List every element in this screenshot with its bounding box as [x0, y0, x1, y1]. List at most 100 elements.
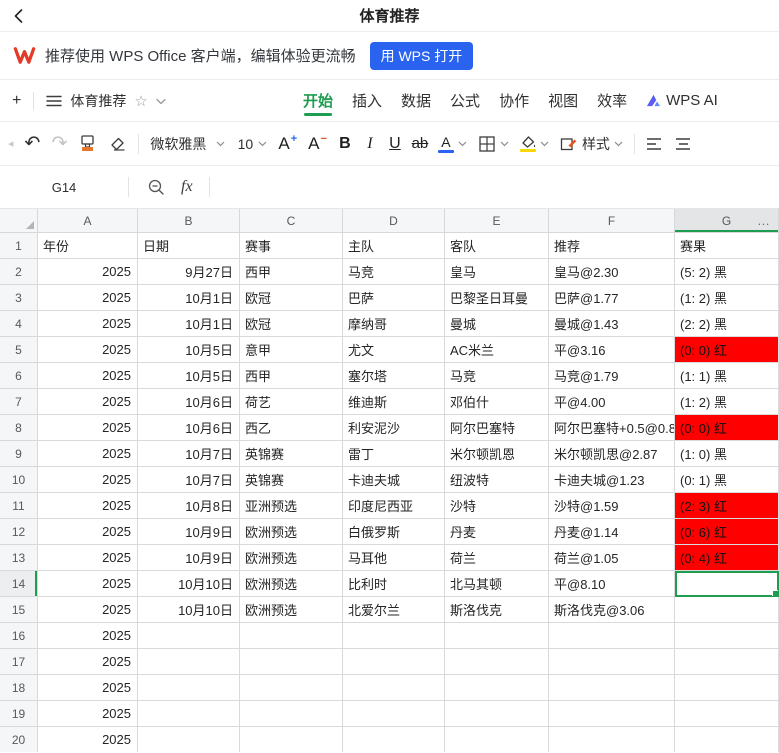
cell-A17[interactable]: 2025: [38, 649, 138, 675]
cell-D7[interactable]: 维迪斯: [343, 389, 445, 415]
cell-E11[interactable]: 沙特: [445, 493, 549, 519]
cell-F6[interactable]: 马竞@1.79: [549, 363, 675, 389]
new-sheet-icon[interactable]: +: [12, 93, 21, 109]
cell-D13[interactable]: 马耳他: [343, 545, 445, 571]
cell-E7[interactable]: 邓伯什: [445, 389, 549, 415]
cell-B10[interactable]: 10月7日: [138, 467, 240, 493]
cell-F2[interactable]: 皇马@2.30: [549, 259, 675, 285]
cell-E12[interactable]: 丹麦: [445, 519, 549, 545]
cell-D3[interactable]: 巴萨: [343, 285, 445, 311]
cell-D6[interactable]: 塞尔塔: [343, 363, 445, 389]
cell-E4[interactable]: 曼城: [445, 311, 549, 337]
cell-B8[interactable]: 10月6日: [138, 415, 240, 441]
undo-icon[interactable]: ↶: [25, 132, 41, 155]
cell-E16[interactable]: [445, 623, 549, 649]
cell-F10[interactable]: 卡迪夫城@1.23: [549, 467, 675, 493]
row-header-12[interactable]: 12: [0, 519, 38, 545]
tab-wps-ai[interactable]: WPS AI: [646, 80, 718, 121]
cell-C13[interactable]: 欧洲预选: [240, 545, 343, 571]
cell-B7[interactable]: 10月6日: [138, 389, 240, 415]
row-header-16[interactable]: 16: [0, 623, 38, 649]
tab-formula[interactable]: 公式: [450, 80, 480, 121]
cell-A2[interactable]: 2025: [38, 259, 138, 285]
cell-B14[interactable]: 10月10日: [138, 571, 240, 597]
cell-E6[interactable]: 马竞: [445, 363, 549, 389]
cell-C10[interactable]: 英锦赛: [240, 467, 343, 493]
row-header-11[interactable]: 11: [0, 493, 38, 519]
row-header-15[interactable]: 15: [0, 597, 38, 623]
column-header-A[interactable]: A: [38, 209, 138, 233]
row-header-7[interactable]: 7: [0, 389, 38, 415]
cell-G15[interactable]: [675, 597, 779, 623]
cell-D16[interactable]: [343, 623, 445, 649]
cell-B1[interactable]: 日期: [138, 233, 240, 259]
cell-C14[interactable]: 欧洲预选: [240, 571, 343, 597]
cell-C8[interactable]: 西乙: [240, 415, 343, 441]
cell-F5[interactable]: 平@3.16: [549, 337, 675, 363]
cell-F11[interactable]: 沙特@1.59: [549, 493, 675, 519]
cell-D15[interactable]: 北爱尔兰: [343, 597, 445, 623]
cell-E19[interactable]: [445, 701, 549, 727]
cell-A19[interactable]: 2025: [38, 701, 138, 727]
cell-G4[interactable]: (2: 2) 黑: [675, 311, 779, 337]
cell-E15[interactable]: 斯洛伐克: [445, 597, 549, 623]
cell-F17[interactable]: [549, 649, 675, 675]
cell-D12[interactable]: 白俄罗斯: [343, 519, 445, 545]
tab-collaborate[interactable]: 协作: [499, 80, 529, 121]
cell-B15[interactable]: 10月10日: [138, 597, 240, 623]
cell-B13[interactable]: 10月9日: [138, 545, 240, 571]
row-header-19[interactable]: 19: [0, 701, 38, 727]
cell-B19[interactable]: [138, 701, 240, 727]
zoom-search-icon[interactable]: [147, 178, 165, 196]
cell-G10[interactable]: (0: 1) 黑: [675, 467, 779, 493]
row-header-8[interactable]: 8: [0, 415, 38, 441]
tab-data[interactable]: 数据: [401, 80, 431, 121]
cell-G8[interactable]: (0: 0) 红: [675, 415, 779, 441]
cell-E2[interactable]: 皇马: [445, 259, 549, 285]
tab-insert[interactable]: 插入: [352, 80, 382, 121]
cell-C9[interactable]: 英锦赛: [240, 441, 343, 467]
cell-A16[interactable]: 2025: [38, 623, 138, 649]
cell-B16[interactable]: [138, 623, 240, 649]
cell-E8[interactable]: 阿尔巴塞特: [445, 415, 549, 441]
row-header-5[interactable]: 5: [0, 337, 38, 363]
cell-F18[interactable]: [549, 675, 675, 701]
cell-F8[interactable]: 阿尔巴塞特+0.5@0.8: [549, 415, 675, 441]
cell-C7[interactable]: 荷艺: [240, 389, 343, 415]
cell-C4[interactable]: 欧冠: [240, 311, 343, 337]
cell-G14[interactable]: [675, 571, 779, 597]
align-center-icon[interactable]: [675, 137, 693, 151]
cell-F3[interactable]: 巴萨@1.77: [549, 285, 675, 311]
cell-B9[interactable]: 10月7日: [138, 441, 240, 467]
cell-A12[interactable]: 2025: [38, 519, 138, 545]
cell-C3[interactable]: 欧冠: [240, 285, 343, 311]
cell-D11[interactable]: 印度尼西亚: [343, 493, 445, 519]
cell-D14[interactable]: 比利时: [343, 571, 445, 597]
cell-F19[interactable]: [549, 701, 675, 727]
cell-G1[interactable]: 赛果: [675, 233, 779, 259]
cell-F12[interactable]: 丹麦@1.14: [549, 519, 675, 545]
cell-A6[interactable]: 2025: [38, 363, 138, 389]
hamburger-menu-icon[interactable]: [46, 94, 62, 108]
cell-reference-box[interactable]: G14: [0, 180, 128, 195]
cell-G16[interactable]: [675, 623, 779, 649]
chevron-down-icon[interactable]: [614, 141, 623, 147]
cell-A9[interactable]: 2025: [38, 441, 138, 467]
cell-C12[interactable]: 欧洲预选: [240, 519, 343, 545]
align-left-icon[interactable]: [646, 137, 664, 151]
cell-E1[interactable]: 客队: [445, 233, 549, 259]
row-header-1[interactable]: 1: [0, 233, 38, 259]
chevron-down-icon[interactable]: [500, 141, 509, 147]
cell-A18[interactable]: 2025: [38, 675, 138, 701]
cell-G3[interactable]: (1: 2) 黑: [675, 285, 779, 311]
cell-B11[interactable]: 10月8日: [138, 493, 240, 519]
cell-G13[interactable]: (0: 4) 红: [675, 545, 779, 571]
column-header-C[interactable]: C: [240, 209, 343, 233]
cell-C6[interactable]: 西甲: [240, 363, 343, 389]
cell-B4[interactable]: 10月1日: [138, 311, 240, 337]
row-header-6[interactable]: 6: [0, 363, 38, 389]
select-all-corner[interactable]: [0, 209, 38, 233]
cell-C15[interactable]: 欧洲预选: [240, 597, 343, 623]
cell-C18[interactable]: [240, 675, 343, 701]
column-header-G[interactable]: G…: [675, 209, 779, 233]
